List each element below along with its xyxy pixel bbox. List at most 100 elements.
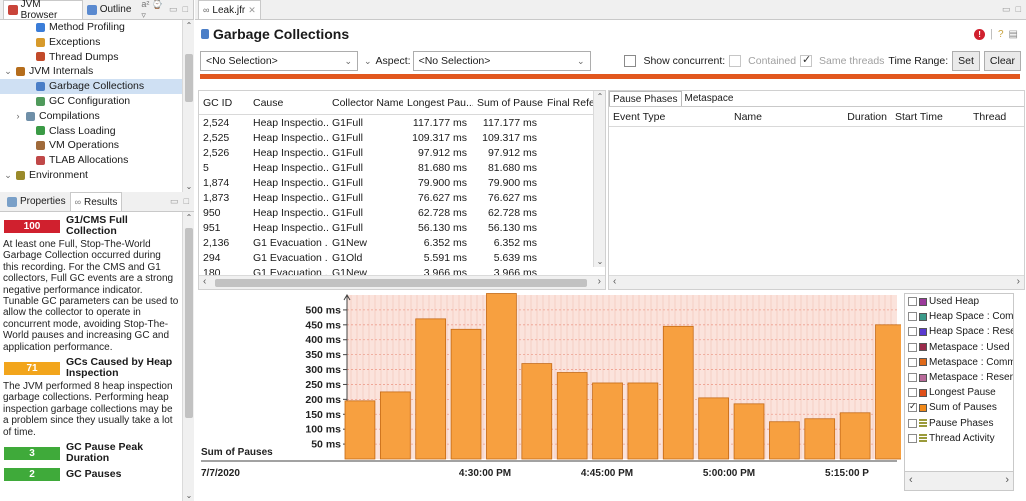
tab-leak-jfr[interactable]: ∞ Leak.jfr ✕ [198, 0, 261, 19]
tree-item[interactable]: Method Profiling [0, 20, 194, 35]
pause-hscroll[interactable]: ‹ › [609, 275, 1024, 289]
tab-results[interactable]: ∞ Results [69, 192, 123, 211]
tree-item[interactable]: TLAB Allocations [0, 153, 194, 168]
tree-item[interactable]: GC Configuration [0, 94, 194, 109]
scroll-left-icon[interactable]: ‹ [909, 474, 913, 486]
column-header[interactable]: Final Refe [543, 97, 595, 109]
view-menu-icon[interactable]: a² ⌚ ▿ [141, 0, 169, 21]
chart-bar[interactable] [769, 421, 800, 460]
tab-properties[interactable]: Properties [3, 192, 70, 211]
chart-bar[interactable] [839, 412, 871, 460]
col-thread[interactable]: Thread [969, 111, 1019, 123]
tree-item[interactable]: Garbage Collections [0, 79, 194, 94]
same-threads-checkbox[interactable] [800, 53, 813, 67]
table-row[interactable]: 2,136 G1 Evacuation ... G1New 6.352 ms 6.352… [199, 235, 605, 250]
legend-item[interactable]: Longest Pause [905, 385, 1013, 400]
chart-bar[interactable] [698, 397, 729, 460]
legend-checkbox[interactable] [908, 342, 917, 352]
sum-of-pauses-chart[interactable]: 50 ms 100 ms 150 ms 200 ms 250 ms 300 ms 350 m… [195, 291, 906, 491]
col-event-type[interactable]: Event Type [609, 111, 730, 123]
scroll-thumb[interactable] [185, 228, 193, 418]
error-icon[interactable]: ! [974, 28, 986, 40]
chart-bar[interactable] [486, 293, 517, 460]
scroll-up-icon[interactable]: ⌃ [183, 213, 194, 222]
chart-area[interactable]: 50 ms 100 ms 150 ms 200 ms 250 ms 300 ms 350 m… [195, 291, 906, 491]
table-row[interactable]: 1,874 Heap Inspectio... G1Full 79.900 ms 79.… [199, 175, 605, 190]
chart-bar[interactable] [627, 382, 659, 460]
table-row[interactable]: 1,873 Heap Inspectio... G1Full 76.627 ms 76.… [199, 190, 605, 205]
maximize-icon[interactable]: □ [183, 4, 188, 15]
scroll-right-icon[interactable]: › [1005, 474, 1009, 486]
minimize-icon[interactable]: ▭ [169, 4, 178, 15]
table-row[interactable]: 5 Heap Inspectio... G1Full 81.680 ms 81.680 … [199, 160, 605, 175]
chart-bar[interactable] [344, 400, 376, 460]
hscroll-thumb[interactable] [215, 279, 587, 287]
tab-metaspace[interactable]: Metaspace [682, 91, 737, 106]
tree-item[interactable]: Thread Dumps [0, 50, 194, 65]
legend-checkbox[interactable] [908, 388, 917, 398]
legend-item[interactable]: Used Heap [905, 294, 1013, 309]
minimize-icon[interactable]: ▭ [170, 196, 179, 207]
scroll-thumb[interactable] [185, 54, 193, 102]
legend-hscroll[interactable]: ‹ › [904, 471, 1014, 491]
chart-bar[interactable] [556, 372, 588, 460]
results-scrollbar[interactable]: ⌃ ⌄ [182, 212, 194, 501]
result-header[interactable]: 71 GCs Caused by Heap Inspection [0, 354, 182, 380]
tree-item[interactable]: Class Loading [0, 124, 194, 139]
tree-item[interactable]: › Compilations [0, 109, 194, 124]
legend-checkbox[interactable] [908, 401, 917, 413]
table-row[interactable]: 2,525 Heap Inspectio... G1Full 109.317 ms 10… [199, 130, 605, 145]
column-header[interactable]: Sum of Pauses [473, 97, 543, 109]
legend-checkbox[interactable] [908, 312, 917, 322]
tree-item[interactable]: VM Operations [0, 138, 194, 153]
column-header[interactable]: GC ID [199, 97, 249, 109]
scroll-left-icon[interactable]: ‹ [613, 276, 616, 287]
tab-outline[interactable]: Outline [83, 0, 136, 19]
chart-bar[interactable] [450, 328, 482, 460]
tree-scrollbar[interactable]: ⌃ ⌄ [182, 20, 194, 192]
legend-checkbox[interactable] [908, 327, 917, 337]
clear-button[interactable]: Clear [983, 51, 1021, 71]
legend-checkbox[interactable] [908, 357, 917, 367]
legend-item[interactable]: Metaspace : Used [905, 340, 1013, 355]
time-range-bar[interactable] [200, 74, 1020, 79]
legend-item[interactable]: Heap Space : Commi [905, 309, 1013, 324]
table-row[interactable]: 951 Heap Inspectio... G1Full 56.130 ms 56.13… [199, 220, 605, 235]
tab-pause-phases[interactable]: Pause Phases [609, 91, 682, 106]
chart-bar[interactable] [415, 318, 447, 460]
legend-item[interactable]: Sum of Pauses [905, 400, 1013, 415]
scroll-down-icon[interactable]: ⌄ [183, 491, 194, 500]
table-row[interactable]: 950 Heap Inspectio... G1Full 62.728 ms 62.72… [199, 205, 605, 220]
aspect-combo[interactable]: <No Selection> ⌄ [412, 51, 591, 71]
minimize-icon[interactable]: ▭ [1002, 4, 1011, 15]
legend-item[interactable]: Metaspace : Commit [905, 355, 1013, 370]
legend-checkbox[interactable] [908, 418, 917, 428]
chart-bar[interactable] [875, 324, 906, 460]
col-name[interactable]: Name [730, 111, 827, 123]
chart-bar[interactable] [733, 403, 765, 460]
chart-bar[interactable] [662, 325, 694, 460]
chart-bar[interactable] [592, 382, 623, 460]
legend-item[interactable]: Metaspace : Reservec [905, 370, 1013, 385]
scroll-down-icon[interactable]: ⌄ [183, 182, 194, 191]
scroll-down-icon[interactable]: ⌄ [594, 257, 605, 266]
result-header[interactable]: 100 G1/CMS Full Collection [0, 212, 182, 238]
legend-checkbox[interactable] [908, 433, 917, 443]
scroll-left-icon[interactable]: ‹ [203, 276, 206, 287]
legend-item[interactable]: Pause Phases [905, 416, 1013, 431]
col-duration[interactable]: Duration [827, 111, 891, 123]
chart-bar[interactable] [804, 418, 836, 460]
scroll-up-icon[interactable]: ⌃ [183, 21, 194, 30]
set-button[interactable]: Set [952, 51, 980, 71]
expand-toggle-icon[interactable]: ⌄ [4, 64, 12, 79]
chart-bar[interactable] [521, 363, 553, 460]
contained-checkbox[interactable] [729, 55, 742, 67]
chart-bar[interactable] [379, 391, 411, 460]
tree-item[interactable]: Exceptions [0, 35, 194, 50]
help-icon[interactable]: ? [998, 29, 1004, 40]
legend-checkbox[interactable] [908, 373, 917, 383]
show-concurrent-checkbox[interactable] [624, 55, 637, 67]
legend-checkbox[interactable] [908, 297, 917, 307]
result-header[interactable]: 2 GC Pauses [0, 465, 182, 482]
scroll-up-icon[interactable]: ⌃ [594, 92, 605, 101]
